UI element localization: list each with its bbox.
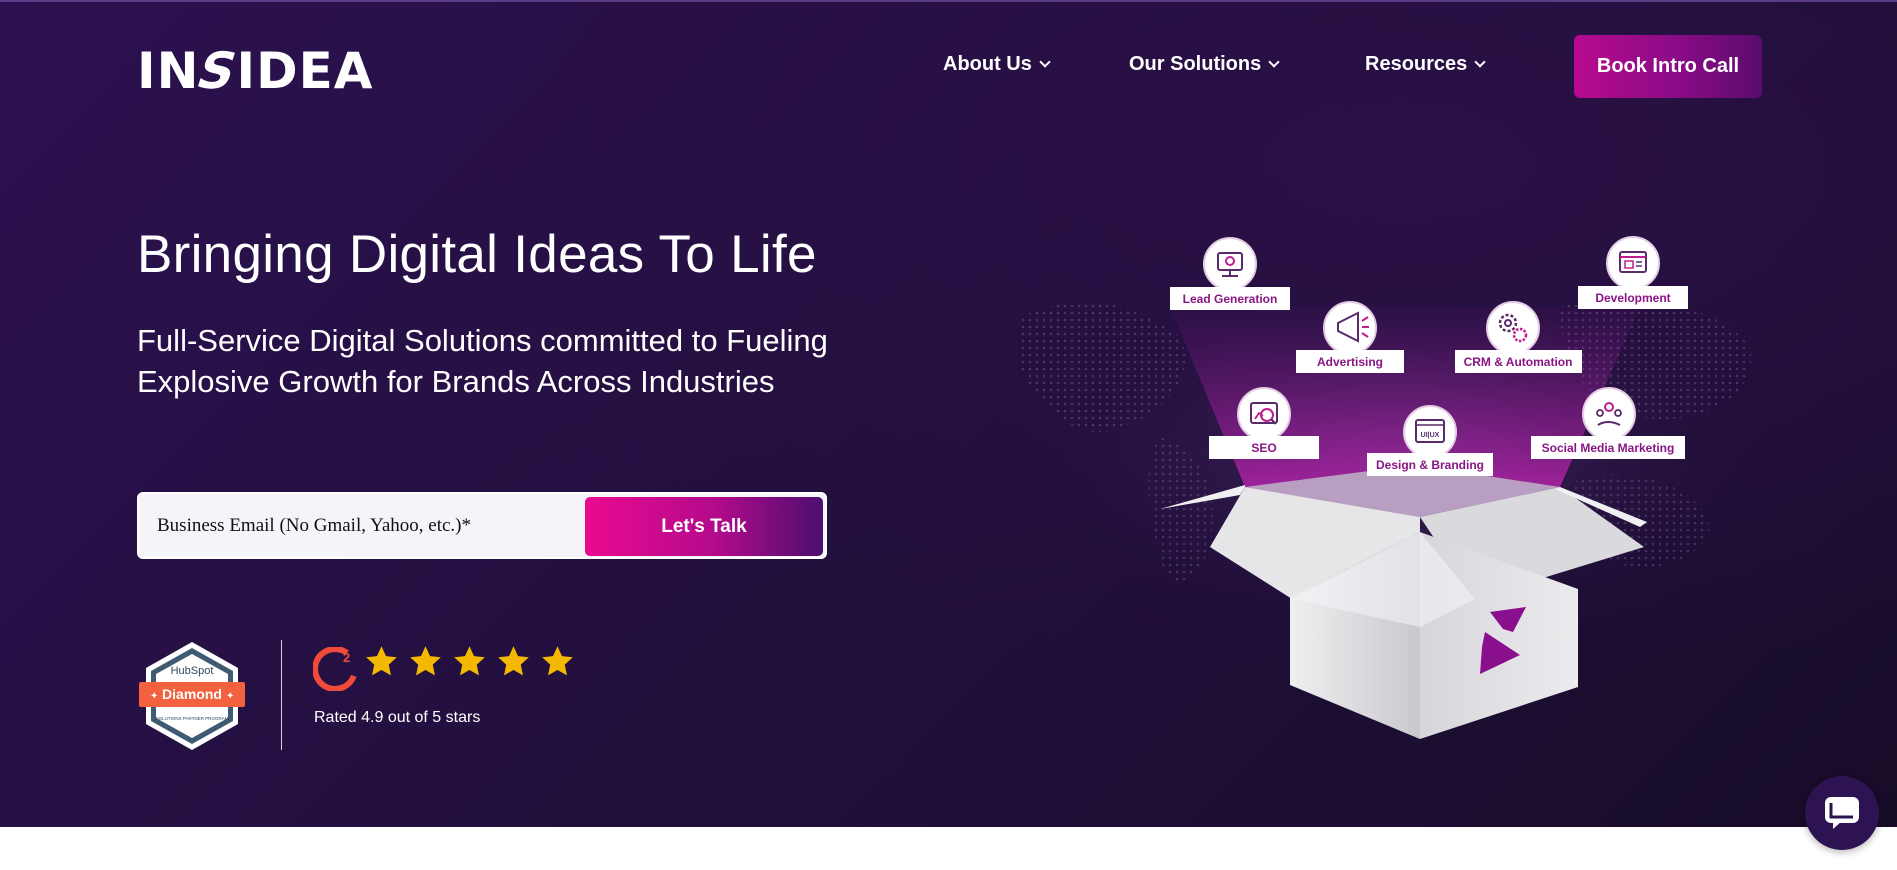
- svg-text:2: 2: [343, 650, 350, 665]
- chat-bubble-icon: [1825, 797, 1859, 829]
- nav-our-solutions-label: Our Solutions: [1129, 53, 1262, 75]
- design-branding-label: Design & Branding: [1376, 458, 1484, 472]
- service-development: Development: [1578, 236, 1688, 309]
- star-icon: [542, 646, 573, 676]
- g2-logo-icon: 2: [313, 647, 357, 691]
- email-form: Let's Talk: [137, 492, 827, 559]
- nav-about-us[interactable]: About Us: [943, 53, 1051, 76]
- page-title: Bringing Digital Ideas To Life: [137, 225, 817, 284]
- rating-text: Rated 4.9 out of 5 stars: [314, 709, 481, 726]
- star-icon: [410, 646, 441, 676]
- crm-automation-label: CRM & Automation: [1464, 355, 1573, 369]
- star-icon: [498, 646, 529, 676]
- service-lead-generation: Lead Generation: [1170, 237, 1290, 310]
- services-box-illustration: S Lead Generation Development Advertisin…: [1020, 236, 1770, 739]
- hubspot-tier-text: Diamond: [162, 686, 222, 702]
- lead-generation-label: Lead Generation: [1183, 292, 1278, 306]
- insidea-logo[interactable]: INSIDEA: [137, 42, 373, 100]
- hubspot-program-text: SOLUTIONS PARTNER PROGRAM: [156, 716, 229, 721]
- star-icon: [366, 646, 397, 676]
- business-email-input[interactable]: [139, 494, 579, 557]
- chat-widget-button[interactable]: [1805, 776, 1879, 850]
- star-icon: [454, 646, 485, 676]
- ui-ux-text: UI|UX: [1421, 432, 1440, 439]
- book-intro-call-button[interactable]: Book Intro Call: [1574, 35, 1762, 98]
- hubspot-brand-text: HubSpot: [171, 665, 214, 677]
- logo-text-left: IN: [137, 42, 200, 100]
- nav-resources-label: Resources: [1365, 53, 1468, 75]
- nav-our-solutions[interactable]: Our Solutions: [1129, 53, 1280, 76]
- seo-label: SEO: [1251, 441, 1276, 455]
- lets-talk-button[interactable]: Let's Talk: [585, 497, 823, 556]
- hero-subtitle: Full-Service Digital Solutions committed…: [137, 323, 828, 399]
- nav-about-us-label: About Us: [943, 53, 1032, 75]
- chevron-down-icon: [1268, 56, 1280, 68]
- social-media-marketing-label: Social Media Marketing: [1542, 441, 1675, 455]
- logo-text-right: IDEA: [236, 42, 374, 100]
- development-label: Development: [1595, 291, 1670, 305]
- chevron-down-icon: [1474, 56, 1486, 68]
- chevron-down-icon: [1039, 56, 1051, 68]
- svg-text:✦: ✦: [150, 691, 158, 702]
- hubspot-diamond-badge: HubSpot Diamond ✦ ✦ SOLUTIONS PARTNER PR…: [139, 642, 245, 750]
- advertising-label: Advertising: [1317, 355, 1383, 369]
- rating-stars: [364, 644, 575, 679]
- trust-divider: [281, 640, 282, 750]
- hero-section: INSIDEA About Us Our Solutions Resources…: [0, 0, 1897, 827]
- svg-text:✦: ✦: [226, 691, 234, 702]
- nav-resources[interactable]: Resources: [1365, 53, 1486, 76]
